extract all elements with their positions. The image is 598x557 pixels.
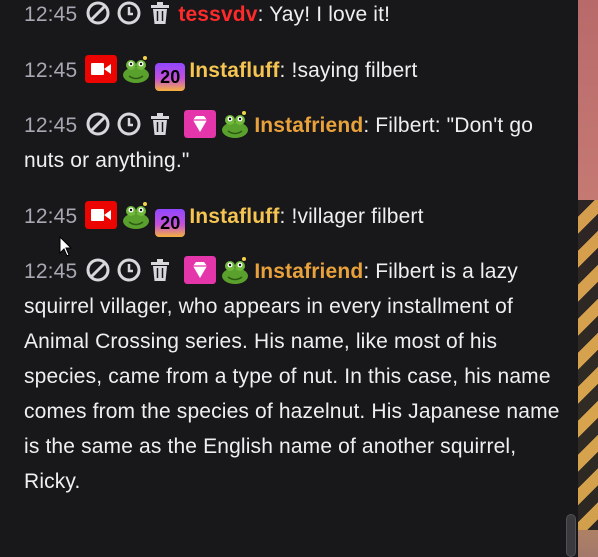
green-frog-emote [220, 109, 250, 139]
green-frog-emote [220, 255, 250, 285]
message-text: !saying filbert [291, 59, 418, 82]
ban-icon[interactable] [85, 111, 111, 137]
ban-icon[interactable] [85, 0, 111, 26]
green-frog-emote [121, 200, 151, 230]
mouse-cursor-icon [59, 236, 73, 257]
broadcaster-camera-badge[interactable] [85, 201, 117, 229]
chat-scrollbar[interactable] [566, 514, 576, 557]
sub-20-badge[interactable]: 20 [155, 63, 186, 91]
username[interactable]: tessvdv [178, 3, 257, 26]
ban-icon[interactable] [85, 257, 111, 283]
message-text: !villager filbert [291, 205, 424, 228]
chat-message: 12:45 Instafriend: Filbert: "Don't go nu… [24, 108, 564, 178]
chat-panel: 12:45 tessvdv: Yay! I love it! 12:45 20 Ins… [0, 0, 578, 557]
gem-badge[interactable] [184, 110, 216, 138]
timeout-clock-icon[interactable] [116, 257, 142, 283]
broadcaster-camera-badge[interactable] [85, 55, 117, 83]
timestamp: 12:45 [24, 260, 78, 283]
username[interactable]: Instafriend [254, 114, 363, 137]
timestamp: 12:45 [24, 114, 78, 137]
stream-preview-stripes [578, 200, 598, 530]
gem-badge[interactable] [184, 256, 216, 284]
timestamp: 12:45 [24, 205, 78, 228]
chat-message: 12:45 Instafriend: Filbert is a lazy squ… [24, 254, 564, 499]
username[interactable]: Instafluff [189, 59, 279, 82]
chat-message: 12:45 20 Instafluff: !villager filbert [24, 199, 564, 237]
delete-trash-icon[interactable] [147, 0, 173, 26]
username[interactable]: Instafluff [189, 205, 279, 228]
chat-message: 12:45 20 Instafluff: !saying filbert [24, 53, 564, 91]
sub-20-badge[interactable]: 20 [155, 209, 186, 237]
username[interactable]: Instafriend [254, 260, 363, 283]
timestamp: 12:45 [24, 3, 78, 26]
timeout-clock-icon[interactable] [116, 0, 142, 26]
green-frog-emote [121, 54, 151, 84]
separator: : [279, 59, 292, 82]
stream-preview-edge [578, 0, 598, 557]
message-text: Yay! I love it! [269, 3, 391, 26]
separator: : [279, 205, 292, 228]
delete-trash-icon[interactable] [147, 111, 173, 137]
separator: : [363, 114, 376, 137]
timeout-clock-icon[interactable] [116, 111, 142, 137]
separator: : [363, 260, 376, 283]
chat-message: 12:45 tessvdv: Yay! I love it! [24, 0, 564, 32]
message-text: Filbert is a lazy squirrel villager, who… [24, 260, 560, 493]
timestamp: 12:45 [24, 59, 78, 82]
delete-trash-icon[interactable] [147, 257, 173, 283]
separator: : [257, 3, 270, 26]
